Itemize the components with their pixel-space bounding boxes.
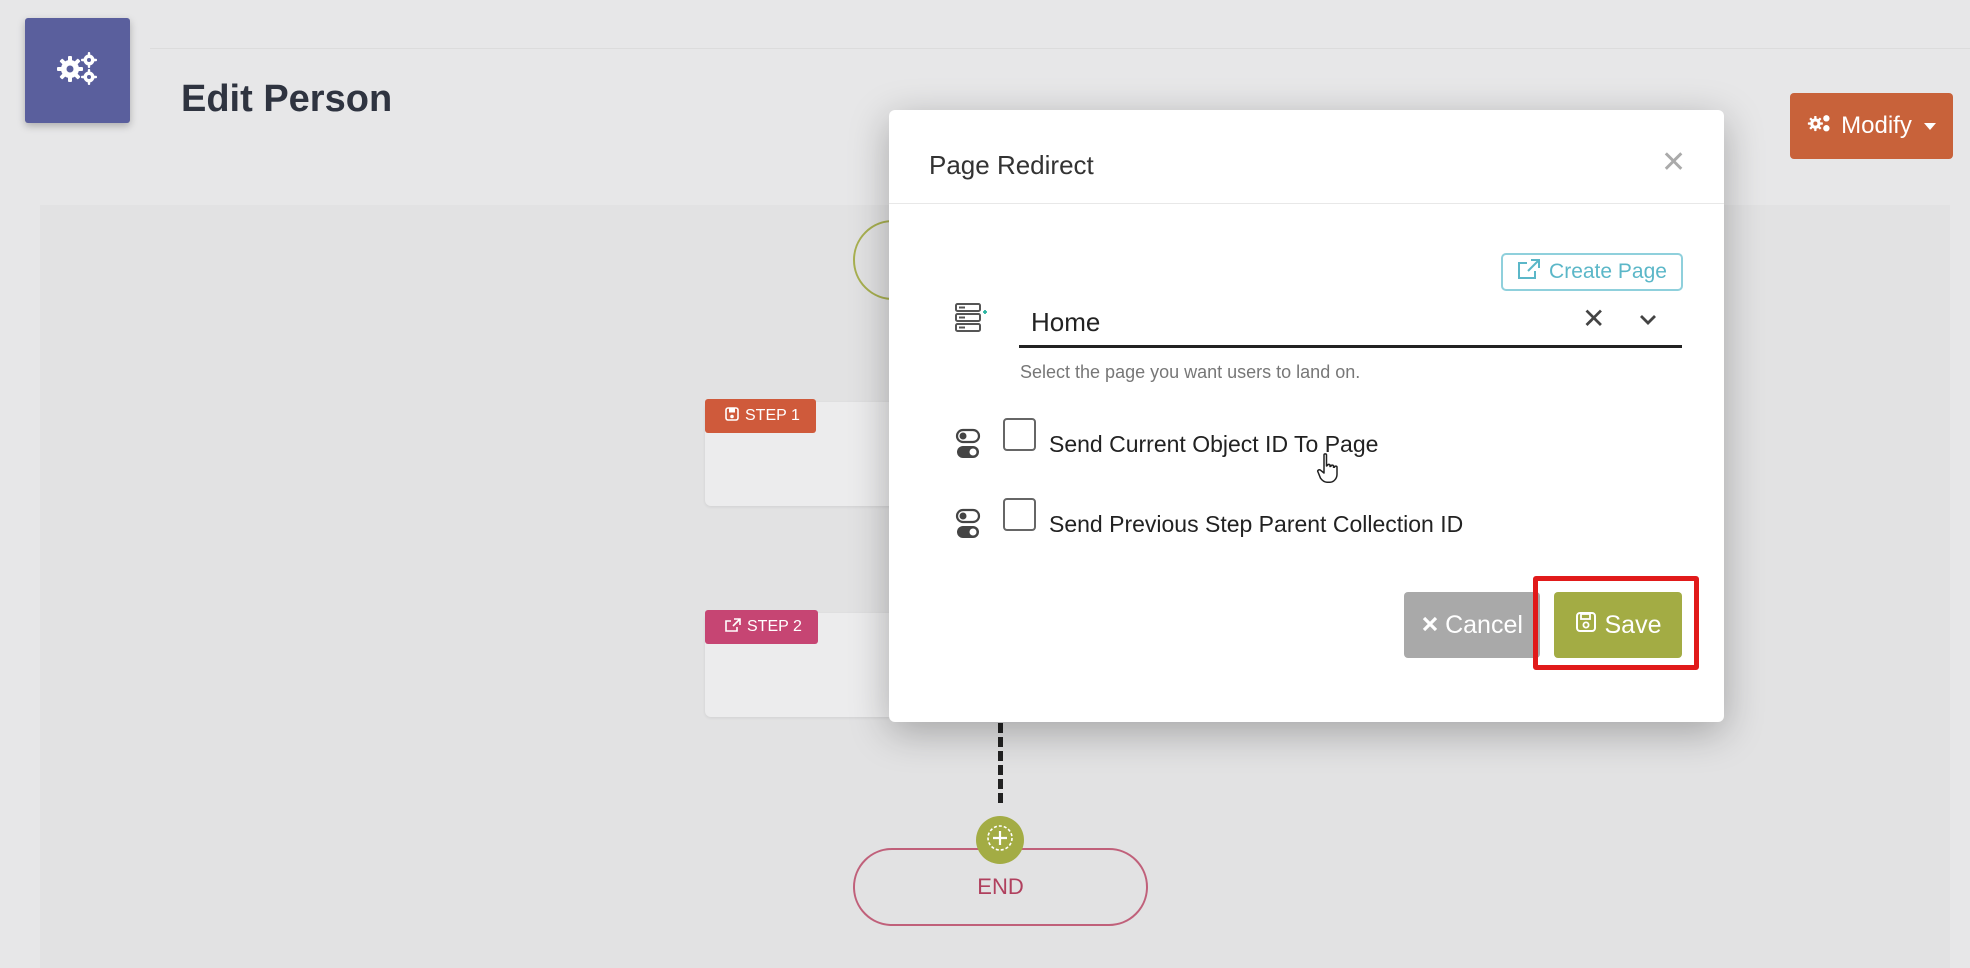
page-select-helper: Select the page you want users to land o… — [1020, 362, 1361, 382]
page-list-icon — [955, 303, 989, 338]
clear-icon[interactable]: ✕ — [1582, 305, 1605, 333]
step-2-label: STEP 2 — [747, 618, 802, 635]
external-link-icon — [725, 617, 741, 637]
save-button[interactable]: Save — [1554, 592, 1682, 658]
header-divider — [150, 48, 1970, 49]
toggle-icon — [955, 428, 983, 465]
page-redirect-modal: Page Redirect ✕ Create Page Home ✕ Selec… — [889, 110, 1724, 722]
plus-icon — [985, 823, 1015, 858]
create-page-label: Create Page — [1549, 260, 1667, 283]
cancel-label: Cancel — [1445, 610, 1523, 639]
caret-down-icon — [1923, 122, 1936, 130]
page-title: Edit Person — [181, 78, 393, 120]
modify-label: Modify — [1841, 112, 1912, 139]
chevron-down-icon[interactable] — [1636, 307, 1660, 336]
save-label: Save — [1604, 610, 1662, 639]
close-icon — [1421, 611, 1439, 640]
send-previous-step-parent-collection-id-label[interactable]: Send Previous Step Parent Collection ID — [1049, 511, 1463, 538]
modal-header: Page Redirect ✕ — [889, 110, 1724, 204]
external-link-icon — [1517, 258, 1541, 286]
app-icon[interactable] — [25, 18, 130, 123]
save-icon — [1575, 611, 1597, 640]
step-2-badge: STEP 2 — [705, 610, 818, 644]
step-1-badge: STEP 1 — [705, 399, 816, 433]
create-page-button[interactable]: Create Page — [1501, 253, 1683, 291]
step-1-label: STEP 1 — [745, 407, 800, 424]
page-select[interactable]: Home ✕ — [1019, 295, 1682, 348]
send-current-object-id-checkbox[interactable] — [1003, 418, 1036, 451]
cancel-button[interactable]: Cancel — [1404, 592, 1540, 658]
modify-button[interactable]: Modify — [1790, 93, 1953, 159]
modal-title: Page Redirect — [929, 150, 1094, 180]
end-label: END — [977, 874, 1024, 899]
page-select-value: Home — [1031, 307, 1101, 337]
connector-line — [998, 723, 1003, 803]
close-icon[interactable]: ✕ — [1661, 148, 1686, 178]
gears-icon — [1807, 112, 1833, 141]
hand-cursor-icon — [1316, 452, 1342, 489]
save-icon — [725, 406, 739, 426]
toggle-icon — [955, 508, 983, 545]
send-previous-step-parent-collection-id-checkbox[interactable] — [1003, 498, 1036, 531]
add-step-button[interactable] — [976, 816, 1024, 864]
gears-icon — [56, 49, 100, 92]
